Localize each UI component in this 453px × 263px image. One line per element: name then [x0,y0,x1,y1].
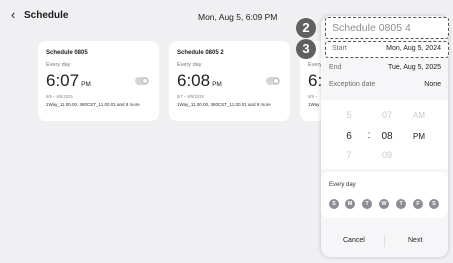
schedule-name-input[interactable]: Schedule 0805 4 [325,17,449,39]
schedule-range: 8/9 – [308,94,318,99]
hour-prev[interactable]: 5 [343,110,355,120]
hour-selected[interactable]: 6 [343,131,355,142]
day-toggle-sunday[interactable]: S [329,199,339,209]
day-toggle-thursday[interactable]: T [396,199,406,209]
schedule-time: 6:08 PM [177,71,222,90]
day-toggle-tuesday[interactable]: T [362,199,372,209]
button-divider [384,235,385,247]
annotation-badge: 3 [296,39,316,59]
back-icon[interactable]: ‹ [11,8,15,21]
schedule-description: 1Way_11.00.00, 360CST_11.00.01 and 9 mor… [46,102,140,107]
end-date-label: End [329,64,342,71]
day-toggle-wednesday[interactable]: W [379,199,389,209]
next-button[interactable]: Next [408,237,422,244]
current-datetime: Mon, Aug 5, 6:09 PM [198,12,278,22]
schedule-frequency: Every day [177,62,202,68]
schedule-frequency: Every [308,62,323,68]
ampm-selected[interactable]: PM [409,132,429,141]
schedule-card[interactable]: Schedule 0805 Every day 6:07 PM 8/5 – 8/5… [38,41,159,121]
start-date-field[interactable]: Start Mon, Aug 5, 2024 [325,41,449,58]
day-toggle-monday[interactable]: M [345,199,355,209]
minute-next[interactable]: 09 [377,150,397,160]
schedule-card[interactable]: Schedule 0805 2 Every day 6:08 PM 8/7 – 8… [169,41,290,121]
schedule-name: Schedule 0805 [46,50,88,56]
schedule-toggle[interactable] [266,77,280,85]
ampm-prev[interactable]: AM [409,111,429,120]
schedule-name: Schedule 0805 2 [177,50,224,56]
minute-prev[interactable]: 07 [377,110,397,120]
schedule-ampm: PM [212,81,222,88]
repeat-section: Every day S M T W T F S [321,172,448,218]
time-picker[interactable]: 5 6 7 : 07 08 09 AM PM [321,100,448,169]
end-date-value[interactable]: Tue, Aug 5, 2025 [365,64,441,71]
schedule-ampm: PM [81,81,91,88]
schedule-range: 8/7 – 8/5/2025 [177,94,204,99]
exception-date-value[interactable]: None [395,81,441,88]
exception-date-label: Exception date [329,81,376,88]
minute-selected[interactable]: 08 [377,131,397,142]
page-title: Schedule [24,10,69,21]
schedule-range: 8/5 – 8/5/2025 [46,94,73,99]
annotation-badge: 2 [296,18,316,38]
start-date-value: Mon, Aug 5, 2024 [386,45,441,52]
cancel-button[interactable]: Cancel [343,237,365,244]
start-date-label: Start [332,45,347,52]
schedule-description: 1Way_11.00.00, 360CST_11.00.01 and 9 mor… [177,102,271,107]
schedule-time: 6:07 PM [46,71,91,90]
time-separator: : [367,130,371,141]
repeat-label: Every day [329,182,356,188]
day-toggle-friday[interactable]: F [413,199,423,209]
schedule-toggle[interactable] [135,77,149,85]
hour-next[interactable]: 7 [343,150,355,160]
day-toggle-saturday[interactable]: S [429,199,439,209]
schedule-frequency: Every day [46,62,71,68]
